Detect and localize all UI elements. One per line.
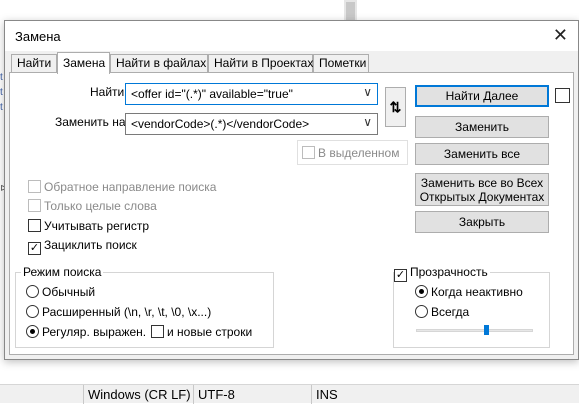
transparency-on-lose-focus-radio[interactable]: Когда неактивно [415,285,523,299]
search-mode-normal-label: Обычный [42,285,96,299]
transparency-always-radio[interactable]: Всегда [415,305,469,319]
transparency-always-label: Всегда [431,305,470,319]
search-mode-normal-radio[interactable]: Обычный [26,285,95,299]
find-label: Найти: [90,85,128,99]
replace-label: Заменить на: [55,115,129,129]
check-icon[interactable]: ✓ [28,242,41,255]
check-icon[interactable]: ✓ [394,269,407,282]
replace-all-open-docs-line2: Открытых Документах [419,190,545,204]
search-mode-extended-radio[interactable]: Расширенный (\n, \r, \t, \0, \x...) [26,305,211,319]
replace-all-open-docs-button[interactable]: Заменить все во Всех Открытых Документах [415,173,549,206]
close-icon[interactable]: ✕ [553,24,568,46]
in-selection-box [302,146,315,159]
backward-direction-box [28,180,41,193]
dialog-title: Замена [15,29,61,44]
transparency-checkbox[interactable]: ✓ Прозрачность [394,265,490,282]
radio-empty-icon[interactable] [26,305,39,318]
find-input[interactable]: <offer id="(.*)" available="true" ∨ [125,83,378,105]
backward-direction-label: Обратное направление поиска [44,180,217,194]
search-mode-regex-label: Регуляр. выражен. [42,325,147,339]
replace-input[interactable]: <vendorCode>(.*)</vendorCode> ∨ [125,113,378,135]
find-next-button[interactable]: Найти Далее [415,85,549,107]
tab-replace[interactable]: Замена [57,52,110,74]
search-mode-extended-label: Расширенный (\n, \r, \t, \0, \x...) [42,305,212,319]
match-case-checkbox[interactable]: Учитывать регистр [28,219,149,233]
status-bar: Windows (CR LF) UTF-8 INS [0,384,579,404]
find-next-option-checkbox[interactable] [555,88,570,103]
whole-word-box [28,199,41,212]
whole-word-label: Только целые слова [44,199,157,213]
replace-all-open-docs-line1: Заменить все во Всех [420,176,544,190]
radio-selected-icon[interactable] [26,325,39,338]
status-eol[interactable]: Windows (CR LF) [83,385,193,404]
radio-empty-icon[interactable] [415,305,428,318]
wrap-around-checkbox[interactable]: ✓ Зациклить поиск [28,238,137,255]
transparency-slider-track[interactable] [416,329,533,332]
tab-find-in-files[interactable]: Найти в файлах [110,54,208,73]
find-input-value: <offer id="(.*)" available="true" [131,87,293,101]
dot-matches-newline-checkbox[interactable]: и новые строки [151,325,252,339]
backward-direction-checkbox: Обратное направление поиска [28,180,216,194]
chevron-down-icon[interactable]: ∨ [363,115,372,129]
replace-dialog: Замена ✕ Найти Замена Найти в файлах Най… [4,20,579,360]
search-mode-title: Режим поиска [21,265,104,279]
transparency-label: Прозрачность [410,265,488,279]
radio-empty-icon[interactable] [26,285,39,298]
status-encoding[interactable]: UTF-8 [193,385,311,404]
match-case-label: Учитывать регистр [44,219,150,233]
replace-input-value: <vendorCode>(.*)</vendorCode> [131,117,310,131]
status-insert-mode[interactable]: INS [311,385,351,404]
tab-find[interactable]: Найти [11,54,57,73]
radio-selected-icon[interactable] [415,285,428,298]
swap-find-replace-button[interactable]: ⇅ [385,87,406,127]
search-mode-regex-radio[interactable]: Регуляр. выражен. [26,325,146,339]
dot-matches-newline-label: и новые строки [167,325,253,339]
replace-tab-panel: Найти: <offer id="(.*)" available="true"… [9,72,574,355]
in-selection-checkbox: В выделенном [302,146,399,160]
wrap-around-label: Зациклить поиск [44,238,137,252]
tab-find-in-projects[interactable]: Найти в Проектах [208,54,313,73]
replace-all-button[interactable]: Заменить все [415,143,549,165]
close-button[interactable]: Закрыть [415,211,549,233]
whole-word-checkbox: Только целые слова [28,199,157,213]
transparency-on-lose-focus-label: Когда неактивно [431,285,523,299]
chevron-down-icon[interactable]: ∨ [363,85,372,99]
transparency-slider-thumb[interactable] [484,325,489,335]
replace-button[interactable]: Заменить [415,116,549,138]
in-selection-label: В выделенном [318,146,400,160]
dialog-titlebar: Замена ✕ [5,21,578,51]
match-case-box[interactable] [28,219,41,232]
tab-mark[interactable]: Пометки [313,54,369,73]
dot-matches-newline-box[interactable] [151,325,164,338]
